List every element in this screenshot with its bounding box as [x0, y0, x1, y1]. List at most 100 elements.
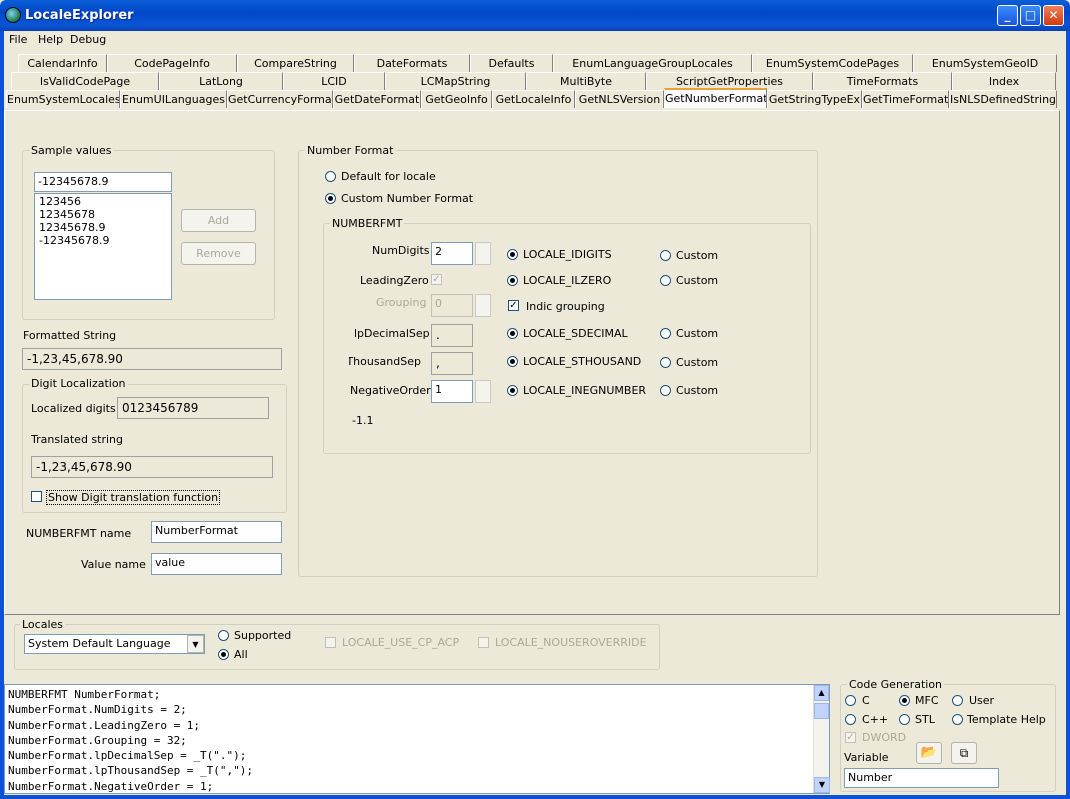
tab-dateformats[interactable]: DateFormats — [354, 54, 470, 72]
numdigits-spinner[interactable] — [475, 242, 491, 265]
tab-lcmapstring[interactable]: LCMapString — [385, 72, 526, 90]
default-for-locale-label[interactable]: Default for locale — [341, 170, 436, 183]
tab-lcid[interactable]: LCID — [283, 72, 385, 90]
list-item[interactable]: 12345678 — [39, 208, 167, 221]
numdigits-locale-radio[interactable] — [507, 249, 518, 260]
tab-getgeoinfo[interactable]: GetGeoInfo — [421, 90, 492, 108]
scroll-down-icon[interactable]: ▼ — [814, 777, 830, 793]
tab-latlong[interactable]: LatLong — [159, 72, 283, 90]
tab-calendarinfo[interactable]: CalendarInfo — [18, 54, 107, 72]
tab-codepageinfo[interactable]: CodePageInfo — [107, 54, 237, 72]
tab-comparestring[interactable]: CompareString — [237, 54, 354, 72]
mfc-radio[interactable] — [899, 695, 910, 706]
tab-timeformats[interactable]: TimeFormats — [813, 72, 952, 90]
negativeorder-input[interactable]: 1 — [431, 380, 473, 403]
tab-getnlsversion[interactable]: GetNLSVersion — [575, 90, 664, 108]
decimalsep-input[interactable]: . — [431, 324, 473, 347]
tab-defaults[interactable]: Defaults — [470, 54, 553, 72]
remove-button[interactable]: Remove — [181, 242, 256, 265]
maximize-button[interactable]: □ — [1020, 5, 1041, 26]
tab-multibyte[interactable]: MultiByte — [526, 72, 646, 90]
use-cp-acp-label[interactable]: LOCALE_USE_CP_ACP — [342, 636, 459, 649]
chevron-down-icon[interactable]: ▼ — [187, 635, 204, 653]
supported-label[interactable]: Supported — [234, 629, 291, 642]
nouseroverride-label[interactable]: LOCALE_NOUSEROVERRIDE — [495, 636, 647, 649]
thousandsep-locale-label[interactable]: LOCALE_STHOUSAND — [523, 355, 641, 368]
tab-getnumberformat[interactable]: GetNumberFormat — [664, 88, 767, 108]
open-folder-icon[interactable]: 📂 — [916, 742, 942, 764]
decimalsep-locale-label[interactable]: LOCALE_SDECIMAL — [523, 327, 628, 340]
tab-gettimeformat[interactable]: GetTimeFormat — [862, 90, 949, 108]
nouseroverride-checkbox[interactable] — [478, 637, 489, 648]
tab-index[interactable]: Index — [952, 72, 1056, 90]
menu-debug[interactable]: Debug — [70, 33, 106, 46]
sample-value-input[interactable]: -12345678.9 — [34, 172, 172, 192]
code-output[interactable]: NUMBERFMT NumberFormat; NumberFormat.Num… — [4, 684, 830, 794]
template-help-radio[interactable] — [952, 714, 963, 725]
use-cp-acp-checkbox[interactable] — [325, 637, 336, 648]
stl-label[interactable]: STL — [915, 713, 935, 726]
tab-getlocaleinfo[interactable]: GetLocaleInfo — [492, 90, 575, 108]
menu-help[interactable]: Help — [38, 33, 63, 46]
tab-getdateformat[interactable]: GetDateFormat — [333, 90, 421, 108]
tab-enumsystemlocales[interactable]: EnumSystemLocales — [6, 90, 120, 108]
stl-radio[interactable] — [899, 714, 910, 725]
scroll-up-icon[interactable]: ▲ — [814, 685, 829, 701]
scroll-thumb[interactable] — [814, 703, 829, 719]
c-radio[interactable] — [845, 695, 856, 706]
numdigits-locale-label[interactable]: LOCALE_IDIGITS — [523, 248, 612, 261]
c-label[interactable]: C — [862, 694, 870, 707]
sample-values-list[interactable]: 123456 12345678 12345678.9 -12345678.9 — [34, 193, 172, 300]
user-label[interactable]: User — [969, 694, 994, 707]
decimalsep-custom-label[interactable]: Custom — [676, 327, 718, 340]
tab-enumlanguagegrouplocales[interactable]: EnumLanguageGroupLocales — [553, 54, 752, 72]
indic-grouping-label[interactable]: Indic grouping — [526, 300, 605, 313]
numdigits-custom-radio[interactable] — [660, 250, 671, 261]
value-name-input[interactable]: value — [151, 553, 282, 575]
tab-getcurrencyformat[interactable]: GetCurrencyFormat — [227, 90, 333, 108]
minimize-button[interactable]: _ — [997, 5, 1018, 26]
leadingzero-checkbox[interactable]: ✓ — [431, 274, 442, 285]
numberfmt-name-input[interactable]: NumberFormat — [151, 521, 282, 543]
tab-isnlsdefinedstring[interactable]: IsNLSDefinedString — [949, 90, 1057, 108]
leadingzero-custom-radio[interactable] — [660, 275, 671, 286]
variable-input[interactable]: Number — [844, 768, 999, 788]
tab-enumuilanguages[interactable]: EnumUILanguages — [120, 90, 227, 108]
indic-grouping-checkbox[interactable]: ✓ — [508, 300, 519, 311]
cpp-label[interactable]: C++ — [862, 713, 888, 726]
numdigits-input[interactable]: 2 — [431, 242, 473, 265]
tab-enumsystemgeoid[interactable]: EnumSystemGeoID — [913, 54, 1057, 72]
thousandsep-input[interactable]: , — [431, 352, 473, 375]
custom-number-format-radio[interactable] — [325, 193, 336, 204]
thousandsep-custom-radio[interactable] — [660, 357, 671, 368]
dword-checkbox[interactable]: ✓ — [845, 732, 856, 743]
thousandsep-locale-radio[interactable] — [507, 356, 518, 367]
default-for-locale-radio[interactable] — [325, 171, 336, 182]
tab-isvalidcodepage[interactable]: IsValidCodePage — [11, 72, 159, 90]
decimalsep-locale-radio[interactable] — [507, 328, 518, 339]
tab-enumsystemcodepages[interactable]: EnumSystemCodePages — [752, 54, 913, 72]
custom-number-format-label[interactable]: Custom Number Format — [341, 192, 473, 205]
dword-label[interactable]: DWORD — [862, 731, 906, 744]
grouping-input[interactable]: 0 — [431, 294, 473, 317]
locale-dropdown[interactable]: System Default Language — [24, 634, 205, 654]
leadingzero-locale-radio[interactable] — [507, 275, 518, 286]
vertical-scrollbar[interactable]: ▲ ▼ — [813, 685, 830, 793]
list-item[interactable]: 12345678.9 — [39, 221, 167, 234]
negativeorder-custom-label[interactable]: Custom — [676, 384, 718, 397]
add-button[interactable]: Add — [181, 209, 256, 232]
all-label[interactable]: All — [234, 648, 248, 661]
negativeorder-locale-label[interactable]: LOCALE_INEGNUMBER — [523, 384, 646, 397]
show-digit-fn-label[interactable]: Show Digit translation function — [46, 490, 221, 505]
numdigits-custom-label[interactable]: Custom — [676, 249, 718, 262]
negativeorder-spinner[interactable] — [475, 380, 491, 403]
negativeorder-locale-radio[interactable] — [507, 385, 518, 396]
mfc-label[interactable]: MFC — [915, 694, 939, 707]
template-help-label[interactable]: Template Help — [967, 713, 1046, 726]
decimalsep-custom-radio[interactable] — [660, 328, 671, 339]
list-item[interactable]: 123456 — [39, 195, 167, 208]
close-button[interactable]: ✕ — [1043, 5, 1064, 26]
list-item[interactable]: -12345678.9 — [39, 234, 167, 247]
grouping-spinner[interactable] — [475, 294, 491, 317]
user-radio[interactable] — [952, 695, 963, 706]
